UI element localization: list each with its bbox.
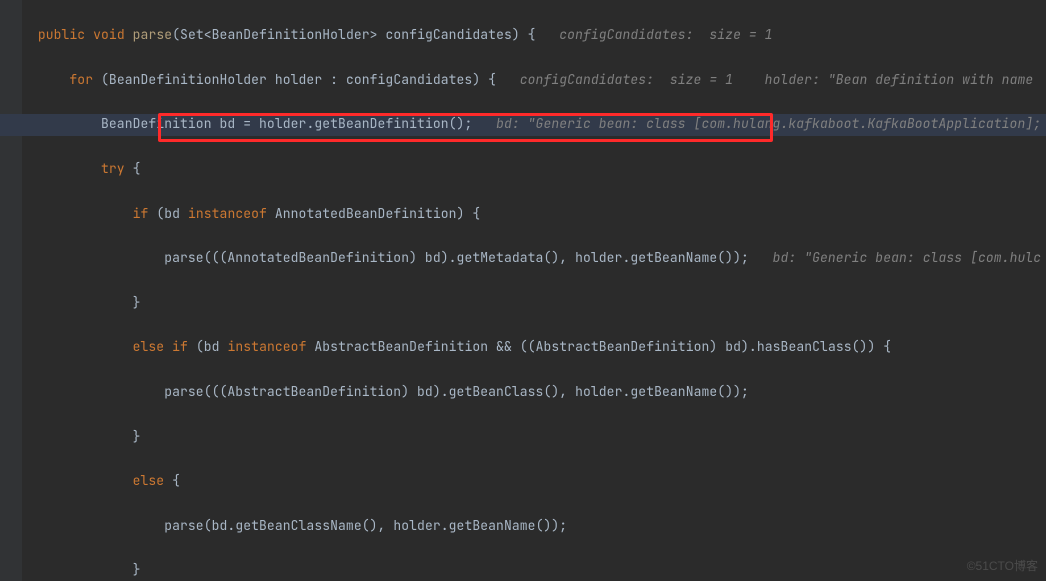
code-line[interactable]: parse(((AbstractBeanDefinition) bd).getB… xyxy=(22,381,1041,403)
inline-hint: configCandidates: size = 1 xyxy=(520,71,733,88)
code-line[interactable]: public void parse(Set<BeanDefinitionHold… xyxy=(22,24,1041,46)
code-line[interactable]: else { xyxy=(22,470,1041,492)
code-line[interactable]: } xyxy=(22,559,1041,581)
code-line[interactable]: BeanDefinition bd = holder.getBeanDefini… xyxy=(22,113,1041,135)
code-line[interactable]: } xyxy=(22,292,1041,314)
gutter xyxy=(0,0,22,581)
inline-hint: holder: "Bean definition with name xyxy=(765,71,1034,88)
inline-hint: bd: "Generic bean: class [com.hulang.kaf… xyxy=(496,115,1041,132)
code-line[interactable]: else if (bd instanceof AbstractBeanDefin… xyxy=(22,336,1041,358)
code-line[interactable]: parse(bd.getBeanClassName(), holder.getB… xyxy=(22,515,1041,537)
inline-hint: bd: "Generic bean: class [com.hulc xyxy=(773,249,1042,266)
code-line[interactable]: if (bd instanceof AnnotatedBeanDefinitio… xyxy=(22,203,1041,225)
code-line[interactable]: parse(((AnnotatedBeanDefinition) bd).get… xyxy=(22,247,1041,269)
code-editor[interactable]: public void parse(Set<BeanDefinitionHold… xyxy=(22,2,1041,581)
code-line[interactable]: for (BeanDefinitionHolder holder : confi… xyxy=(22,69,1041,91)
code-line[interactable]: try { xyxy=(22,158,1041,180)
inline-hint: configCandidates: size = 1 xyxy=(559,26,772,43)
code-line[interactable]: } xyxy=(22,426,1041,448)
